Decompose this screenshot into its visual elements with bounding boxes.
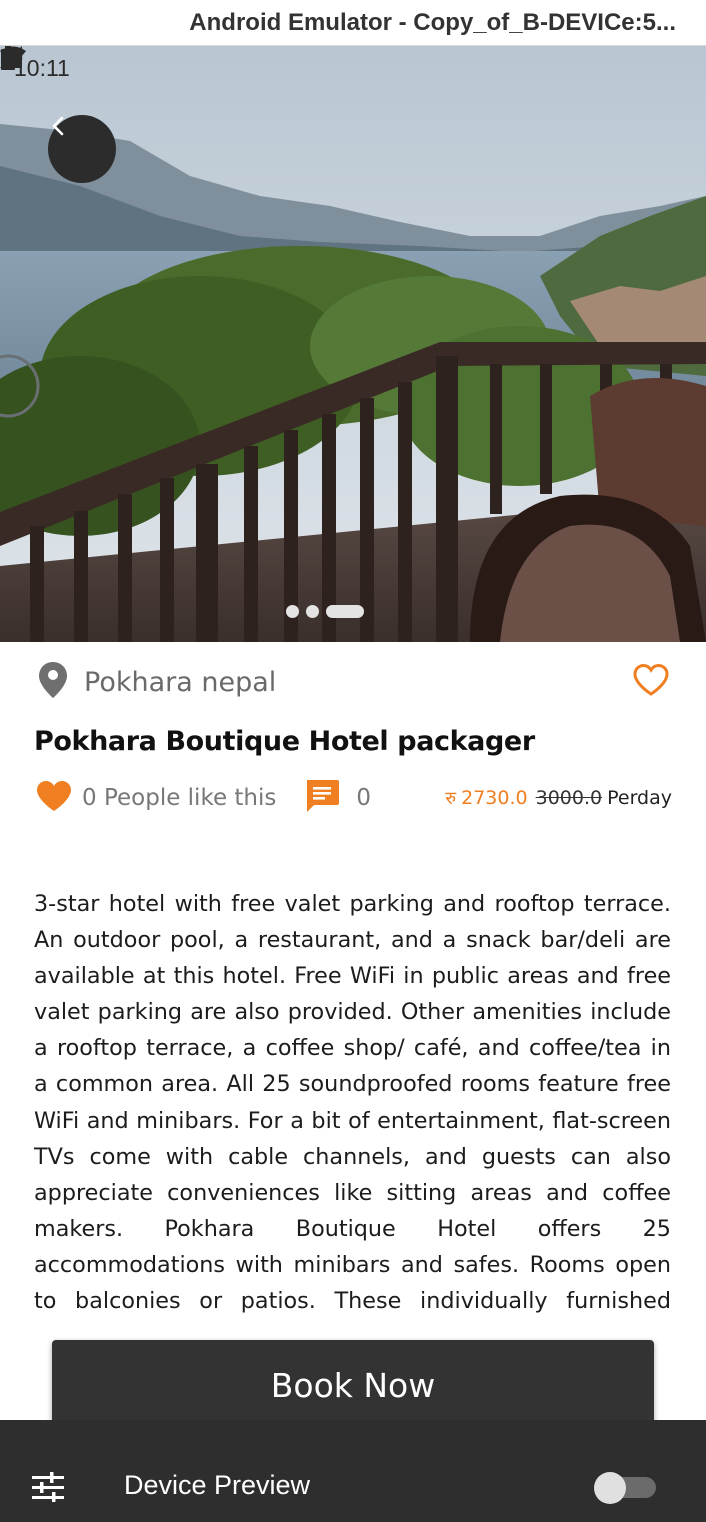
carousel-dot-active[interactable]	[326, 605, 364, 618]
like-heart-icon[interactable]	[36, 780, 72, 816]
device-preview-bar	[0, 1420, 706, 1522]
toggle-thumb	[594, 1472, 626, 1504]
currency-symbol: रु	[445, 788, 457, 809]
stats-row: 0 People like this 0 रु 2730.0 3000.0 Pe…	[36, 778, 672, 818]
comments-count: 0	[356, 785, 372, 811]
back-button[interactable]	[48, 115, 116, 183]
status-bar: 10:11	[0, 46, 706, 90]
listing-description: 3-star hotel with free valet parking and…	[34, 891, 671, 1315]
location-row: Pokhara nepal	[38, 660, 670, 704]
price-unit: Perday	[607, 787, 672, 809]
listing-title: Pokhara Boutique Hotel packager	[34, 726, 535, 757]
carousel-dot[interactable]	[286, 605, 299, 618]
location-pin-icon	[38, 661, 68, 703]
carousel-indicator	[286, 605, 364, 618]
window-title: Android Emulator - Copy_of_B-DEVICe:5...	[0, 0, 706, 46]
price: 2730.0	[461, 787, 528, 809]
favorite-heart-icon[interactable]	[632, 663, 670, 701]
hero-image[interactable]: 10:11	[0, 46, 706, 642]
device-preview-label: Device Preview	[124, 1470, 311, 1500]
book-now-button[interactable]: Book Now	[52, 1340, 654, 1430]
device-screen: 10:11 Pokhara nepal Pokhara Boutique Hot…	[0, 46, 706, 1446]
comment-icon[interactable]	[304, 778, 340, 818]
location-text: Pokhara nepal	[84, 666, 277, 698]
old-price: 3000.0	[535, 787, 603, 809]
tune-settings-icon[interactable]	[32, 1472, 64, 1506]
carousel-dot[interactable]	[306, 605, 319, 618]
likes-count: 0 People like this	[82, 785, 277, 811]
device-preview-toggle[interactable]	[594, 1472, 658, 1504]
price-group: रु 2730.0 3000.0 Perday	[445, 786, 672, 810]
